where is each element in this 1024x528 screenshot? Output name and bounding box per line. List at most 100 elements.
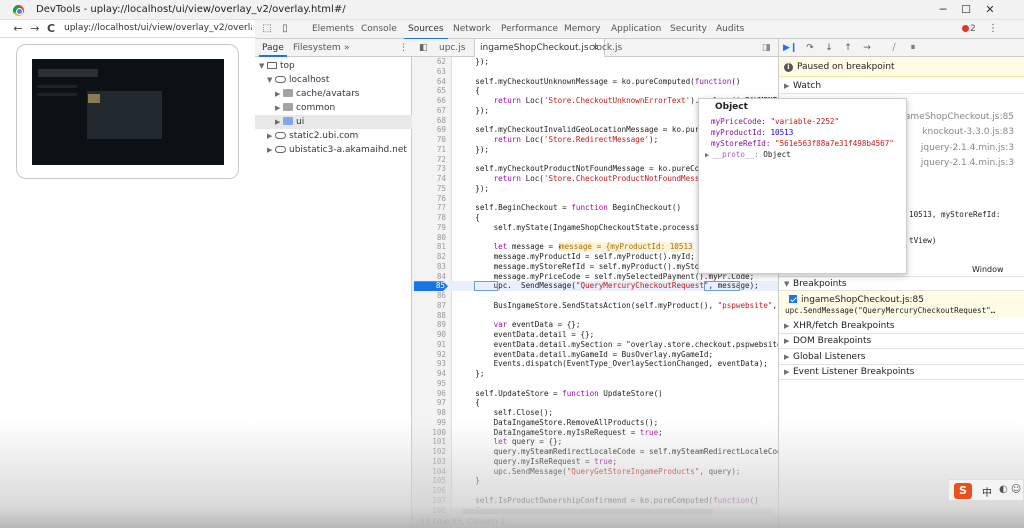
- device-toolbar-icon[interactable]: ▯: [279, 23, 291, 35]
- breakpoint-checkbox[interactable]: [789, 295, 797, 303]
- line-number[interactable]: 62: [412, 57, 446, 67]
- line-number[interactable]: 90: [412, 330, 446, 340]
- xhr-breakpoints-section[interactable]: ▶ XHR/fetch Breakpoints: [779, 319, 1024, 334]
- step-into-icon[interactable]: ↓: [822, 42, 836, 54]
- tree-item-top[interactable]: ▼ top: [255, 59, 412, 73]
- line-number[interactable]: 74: [412, 174, 446, 184]
- tree-item-ui[interactable]: ▶ ui: [255, 115, 412, 129]
- code-line[interactable]: 107 self.IsProductOwnershipConfirmend = …: [412, 496, 778, 506]
- call-stack-frame[interactable]: knockout-3.3.0.js:83: [922, 127, 1014, 137]
- code-line[interactable]: 96 self.UpdateStore = function UpdateSto…: [412, 389, 778, 399]
- line-number[interactable]: 91: [412, 340, 446, 350]
- maximize-button[interactable]: ☐: [955, 2, 977, 18]
- breakpoints-section[interactable]: ▼ Breakpoints: [779, 276, 1024, 291]
- line-number[interactable]: 66: [412, 96, 446, 106]
- event-listener-breakpoints-section[interactable]: ▶ Event Listener Breakpoints: [779, 365, 1024, 380]
- horizontal-scrollbar[interactable]: [453, 508, 773, 515]
- line-number[interactable]: 73: [412, 164, 446, 174]
- code-line[interactable]: 99 DataIngameStore.RemoveAllProducts();: [412, 418, 778, 428]
- line-number[interactable]: 69: [412, 125, 446, 135]
- code-line[interactable]: 103 query.myIsReRequest = true;: [412, 457, 778, 467]
- tree-item-static2[interactable]: ▶ static2.ubi.com: [255, 129, 412, 143]
- line-number[interactable]: 108: [412, 506, 446, 516]
- code-line[interactable]: 88: [412, 311, 778, 321]
- line-number[interactable]: 70: [412, 135, 446, 145]
- tab-elements[interactable]: Elements: [312, 24, 354, 34]
- tab-audits[interactable]: Audits: [716, 24, 744, 34]
- tab-application[interactable]: Application: [611, 24, 661, 34]
- line-number[interactable]: 102: [412, 447, 446, 457]
- call-stack-frame[interactable]: ameShopCheckout.js:85: [905, 112, 1014, 122]
- code-line[interactable]: 65 {: [412, 86, 778, 96]
- line-number[interactable]: 105: [412, 476, 446, 486]
- error-count-badge[interactable]: 2: [962, 24, 976, 34]
- code-line[interactable]: 92 eventData.detail.myGameId = BusOverla…: [412, 350, 778, 360]
- code-line[interactable]: 85 upc. SendMessage("QueryMercuryCheckou…: [412, 281, 778, 292]
- tab-console[interactable]: Console: [361, 24, 397, 34]
- line-number[interactable]: 107: [412, 496, 446, 506]
- tab-network[interactable]: Network: [453, 24, 491, 34]
- line-number[interactable]: 76: [412, 194, 446, 204]
- line-number[interactable]: 101: [412, 437, 446, 447]
- line-number[interactable]: 98: [412, 408, 446, 418]
- url-field[interactable]: uplay://localhost/ui/view/overlay_v2/ove…: [64, 23, 252, 33]
- tab-page[interactable]: Page: [259, 43, 287, 57]
- line-number[interactable]: 89: [412, 320, 446, 330]
- ime-mode-icons[interactable]: ◐ ☺: [999, 484, 1021, 495]
- code-line[interactable]: 93 Events.dispatch(EventType_OverlaySect…: [412, 359, 778, 369]
- screencast-preview[interactable]: [32, 59, 224, 165]
- line-number[interactable]: 100: [412, 428, 446, 438]
- line-number[interactable]: 72: [412, 155, 446, 165]
- tab-memory[interactable]: Memory: [564, 24, 601, 34]
- more-tabs-icon[interactable]: »: [344, 43, 350, 53]
- line-number[interactable]: 83: [412, 262, 446, 272]
- back-arrow-icon[interactable]: ←: [12, 22, 24, 35]
- file-tab-upc[interactable]: upc.js: [434, 39, 470, 57]
- popover-property[interactable]: myStoreRefId: "561e563f88a7e31f498b4567": [711, 139, 894, 148]
- tree-item-common[interactable]: ▶ common: [255, 101, 412, 115]
- tab-security[interactable]: Security: [670, 24, 707, 34]
- popover-proto[interactable]: ▶ __proto__: Object: [705, 150, 791, 159]
- code-line[interactable]: 98 self.Close();: [412, 408, 778, 418]
- reload-icon[interactable]: C: [45, 22, 57, 35]
- resume-icon[interactable]: ▶❙: [783, 42, 797, 54]
- line-number[interactable]: 103: [412, 457, 446, 467]
- line-number[interactable]: 65: [412, 86, 446, 96]
- code-line[interactable]: 102 query.mySteamRedirectLocaleCode = se…: [412, 447, 778, 457]
- popover-property[interactable]: myPriceCode: "variable-2252": [711, 117, 839, 126]
- line-number[interactable]: 78: [412, 213, 446, 223]
- line-number[interactable]: 94: [412, 369, 446, 379]
- code-line[interactable]: 97 {: [412, 398, 778, 408]
- line-number[interactable]: 88: [412, 311, 446, 321]
- minimize-button[interactable]: ─: [932, 2, 954, 18]
- line-number[interactable]: 82: [412, 252, 446, 262]
- line-number[interactable]: 77: [412, 203, 446, 213]
- line-number[interactable]: 92: [412, 350, 446, 360]
- call-stack-frame[interactable]: jquery-2.1.4.min.js:3: [921, 158, 1014, 168]
- code-line[interactable]: 63: [412, 67, 778, 77]
- code-line[interactable]: 64 self.myCheckoutUnknownMessage = ko.pu…: [412, 77, 778, 87]
- call-stack-frame[interactable]: jquery-2.1.4.min.js:3: [921, 143, 1014, 153]
- deactivate-breakpoints-icon[interactable]: ⧸: [887, 42, 901, 54]
- step-over-icon[interactable]: ↷: [803, 42, 817, 54]
- ime-language[interactable]: 中: [982, 484, 992, 499]
- tree-item-ubistatic3[interactable]: ▶ ubistatic3-a.akamaihd.net: [255, 143, 412, 157]
- global-listeners-section[interactable]: ▶ Global Listeners: [779, 350, 1024, 365]
- code-line[interactable]: 95: [412, 379, 778, 389]
- file-tab-clock[interactable]: clock.js: [584, 39, 627, 57]
- toggle-debugger-icon[interactable]: ◨: [757, 39, 776, 57]
- tab-performance[interactable]: Performance: [501, 24, 558, 34]
- code-line[interactable]: 91 eventData.detail.mySection = "overlay…: [412, 340, 778, 350]
- tab-sources[interactable]: Sources: [404, 24, 448, 40]
- tree-item-localhost[interactable]: ▼ localhost: [255, 73, 412, 87]
- line-number[interactable]: 67: [412, 106, 446, 116]
- line-number[interactable]: 84: [412, 272, 446, 282]
- inspect-element-icon[interactable]: ⬚: [261, 23, 273, 35]
- line-number[interactable]: 96: [412, 389, 446, 399]
- line-number[interactable]: 87: [412, 301, 446, 311]
- line-number[interactable]: 71: [412, 145, 446, 155]
- object-preview-popover[interactable]: Object myPriceCode: "variable-2252" myPr…: [698, 98, 907, 274]
- code-line[interactable]: 87 BusIngameStore.SendStatsAction(self.m…: [412, 301, 778, 311]
- tree-item-cache-avatars[interactable]: ▶ cache/avatars: [255, 87, 412, 101]
- close-window-button[interactable]: ✕: [979, 2, 1001, 18]
